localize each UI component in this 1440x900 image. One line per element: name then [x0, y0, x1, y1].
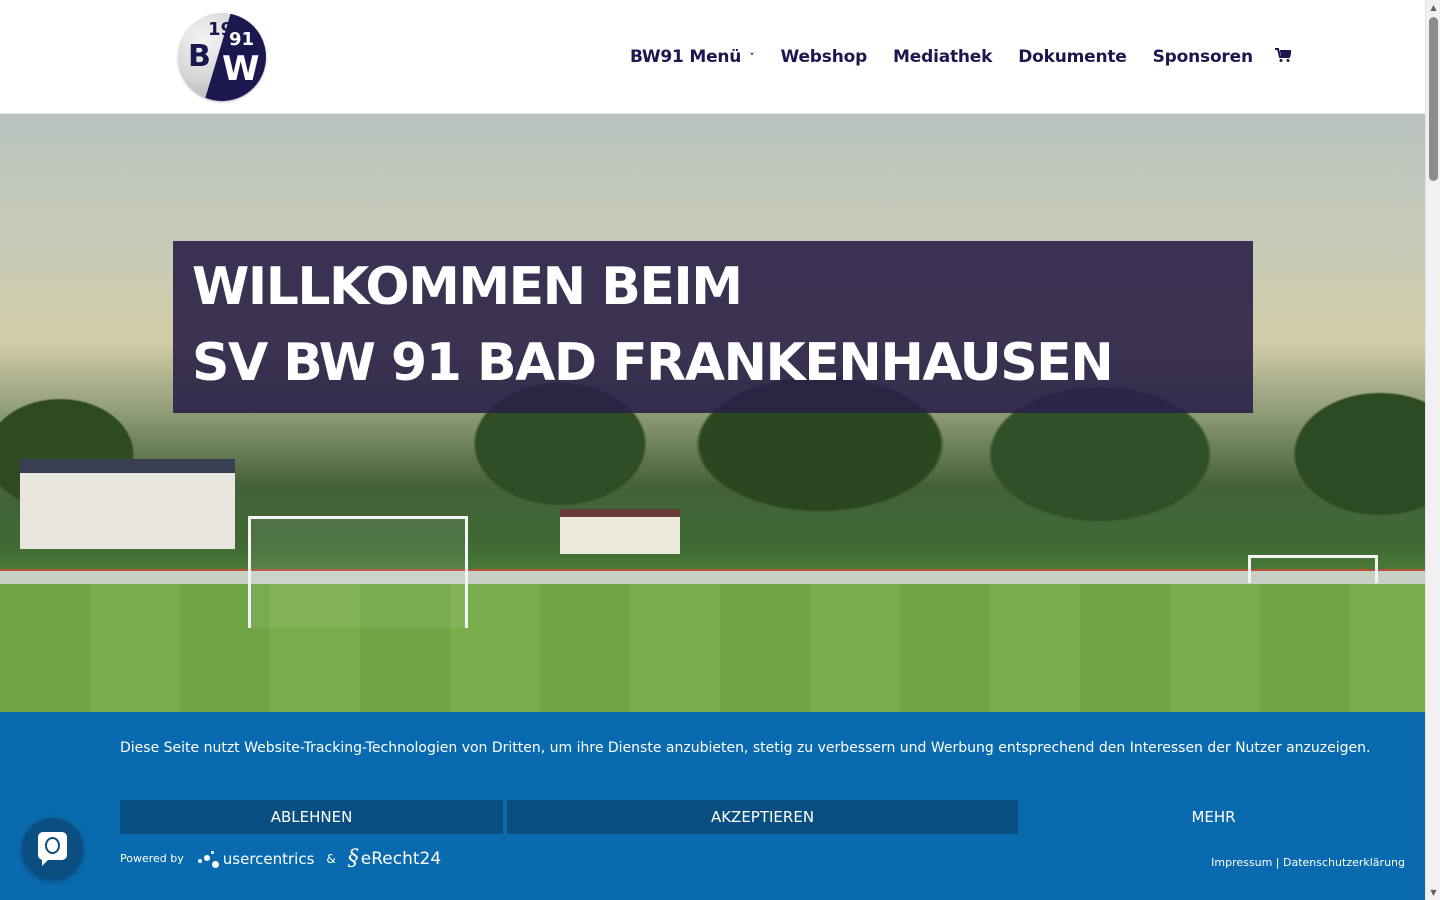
nav-item-webshop[interactable]: Webshop	[781, 47, 868, 67]
reject-button[interactable]: ABLEHNEN	[120, 800, 503, 834]
hero-title-line-1: WILLKOMMEN BEIM	[192, 257, 743, 317]
hero-background-building	[560, 509, 680, 554]
hero-background-fence	[0, 569, 1425, 584]
nav-item-sponsoren[interactable]: Sponsoren	[1153, 47, 1253, 67]
erecht24-label: eRecht24	[360, 848, 442, 869]
hero-section: WILLKOMMEN BEIM SV BW 91 BAD FRANKENHAUS…	[0, 114, 1425, 714]
scrollbar-thumb[interactable]	[1429, 17, 1438, 181]
vertical-scrollbar[interactable]: ▲ ▼	[1425, 0, 1440, 900]
nav-item-mediathek[interactable]: Mediathek	[893, 47, 992, 67]
accept-button[interactable]: AKZEPTIEREN	[507, 800, 1018, 834]
hero-background-goal	[248, 516, 468, 628]
shopping-cart-icon[interactable]	[1274, 47, 1293, 67]
chevron-down-icon: ˅	[749, 50, 755, 64]
chat-bubble-icon	[38, 832, 67, 866]
scroll-up-arrow-icon[interactable]: ▲	[1426, 0, 1440, 15]
cookie-consent-banner: Diese Seite nutzt Website-Tracking-Techn…	[0, 712, 1425, 900]
erecht24-logo[interactable]: § eRecht24	[348, 846, 441, 871]
usercentrics-dots-icon	[197, 850, 220, 868]
hero-background-pitch	[0, 584, 1425, 714]
hero-background-clubhouse	[20, 459, 235, 549]
consent-message: Diese Seite nutzt Website-Tracking-Techn…	[120, 740, 1371, 756]
club-logo[interactable]: 19 91 B W	[178, 13, 266, 101]
more-button[interactable]: MEHR	[1022, 800, 1405, 834]
legal-links: Impressum | Datenschutzerklärung	[1211, 856, 1405, 869]
logo-text-w: W	[222, 49, 260, 89]
usercentrics-label: usercentrics	[222, 849, 315, 868]
main-navigation: BW91 Menü ˅ Webshop Mediathek Dokumente …	[630, 44, 1293, 70]
link-separator: |	[1275, 856, 1280, 869]
impressum-link[interactable]: Impressum	[1211, 856, 1272, 869]
datenschutz-link[interactable]: Datenschutzerklärung	[1283, 856, 1405, 869]
erecht24-paragraph-icon: §	[347, 846, 359, 871]
nav-item-bw91-menu[interactable]: BW91 Menü ˅	[630, 47, 755, 67]
fingerprint-icon	[45, 837, 60, 854]
scroll-down-arrow-icon[interactable]: ▼	[1426, 885, 1440, 900]
logo-text-b: B	[188, 39, 211, 74]
site-header: 19 91 B W BW91 Menü ˅ Webshop Mediathek …	[0, 0, 1425, 114]
nav-item-label: Dokumente	[1018, 47, 1127, 67]
nav-item-label: Webshop	[780, 47, 868, 67]
nav-item-label: Sponsoren	[1152, 47, 1253, 67]
ampersand: &	[326, 851, 336, 866]
hero-title-line-2: SV BW 91 BAD FRANKENHAUSEN	[192, 333, 1114, 393]
powered-by: Powered by usercentrics & § eRecht24	[120, 846, 441, 871]
hero-background-goal	[1248, 555, 1378, 583]
nav-item-label: BW91 Menü	[630, 47, 742, 67]
powered-by-label: Powered by	[120, 852, 184, 865]
hero-title-box: WILLKOMMEN BEIM SV BW 91 BAD FRANKENHAUS…	[173, 241, 1253, 413]
nav-item-dokumente[interactable]: Dokumente	[1018, 47, 1127, 67]
usercentrics-logo[interactable]: usercentrics	[197, 849, 315, 868]
logo-text-91: 91	[229, 29, 255, 50]
privacy-settings-button[interactable]	[22, 818, 83, 879]
nav-item-label: Mediathek	[893, 47, 993, 67]
